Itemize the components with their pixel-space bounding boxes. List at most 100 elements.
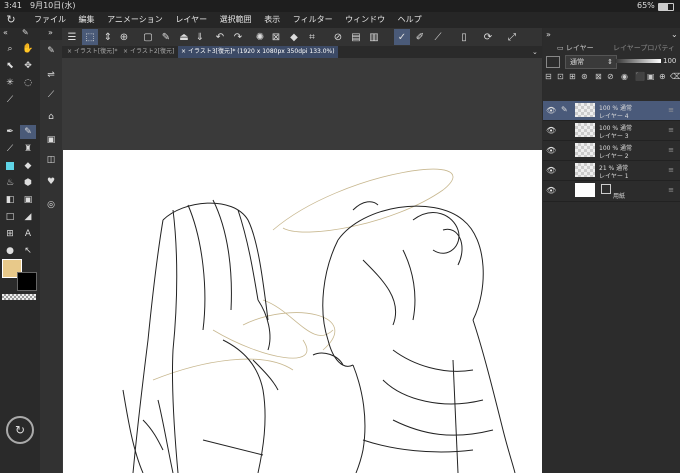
fullscreen-icon[interactable]: ⤢: [504, 29, 520, 45]
tab-document-2[interactable]: × イラスト2[復元]: [120, 46, 177, 58]
crop-icon[interactable]: ⌗: [304, 29, 320, 45]
draft-icon[interactable]: ⊠: [595, 72, 602, 81]
layer-row-4[interactable]: 👁 ✎ 100 % 通常 レイヤー 4 ≡: [543, 101, 680, 121]
lock-icon[interactable]: ⊡: [557, 72, 564, 81]
text-icon[interactable]: A: [20, 227, 36, 241]
pen-icon[interactable]: ✒: [2, 125, 18, 139]
ruler-icon[interactable]: ◢: [20, 210, 36, 224]
device-icon[interactable]: ▯: [456, 29, 472, 45]
layer-row-paper[interactable]: 👁 用紙 ≡: [543, 181, 680, 202]
reference-icon[interactable]: ⊕: [116, 29, 132, 45]
lasso-icon[interactable]: ◌: [20, 76, 36, 90]
eraser-icon[interactable]: ◆: [20, 159, 36, 173]
sub-color-swatch[interactable]: [17, 272, 37, 291]
reference-layer-icon[interactable]: ⊛: [581, 72, 588, 81]
gradient-icon[interactable]: ◧: [2, 193, 18, 207]
tab-document-3[interactable]: × イラスト3[復元]* (1920 x 1080px 350dpi 133.0…: [178, 46, 338, 58]
menu-view[interactable]: 表示: [264, 12, 280, 28]
folder-icon[interactable]: ▣: [647, 72, 655, 81]
layer-row-1[interactable]: 👁 21 % 通常 レイヤー 1 ≡: [543, 161, 680, 181]
frame-icon[interactable]: ⊞: [2, 227, 18, 241]
redo-icon[interactable]: ↷: [230, 29, 246, 45]
tab-document-1[interactable]: × イラスト[復元]*: [64, 46, 121, 58]
airbrush-icon[interactable]: ♜: [20, 142, 36, 156]
sub-tool-color-icon[interactable]: ♥: [43, 175, 59, 189]
visibility-eye-icon[interactable]: 👁: [546, 146, 556, 155]
operation-icon[interactable]: ↖: [20, 244, 36, 258]
visibility-eye-icon[interactable]: 👁: [546, 106, 556, 115]
layer-row-2[interactable]: 👁 100 % 通常 レイヤー 2 ≡: [543, 141, 680, 161]
export-icon[interactable]: ⏏: [176, 29, 192, 45]
gear-icon[interactable]: ✺: [252, 29, 268, 45]
zoom-icon[interactable]: ⌕: [2, 42, 18, 56]
drawing-canvas[interactable]: [63, 150, 542, 473]
open-icon[interactable]: ✎: [158, 29, 174, 45]
clear-icon[interactable]: ⊠: [268, 29, 284, 45]
brush-size-icon[interactable]: ✎: [22, 28, 29, 37]
blend-mode-select[interactable]: 通常 ⇕: [565, 55, 617, 69]
undo-icon[interactable]: ↶: [212, 29, 228, 45]
expand-icon[interactable]: »: [48, 28, 53, 37]
drag-handle-icon[interactable]: ≡: [668, 126, 674, 134]
paint-bucket-icon[interactable]: ▣: [20, 193, 36, 207]
selection-tool-icon[interactable]: ⬚: [82, 29, 98, 45]
app-logo-icon[interactable]: ↻: [4, 12, 18, 28]
brush-line-icon[interactable]: ✐: [412, 29, 428, 45]
edit-line-icon[interactable]: ⟋: [430, 29, 446, 45]
menu-filter[interactable]: フィルター: [293, 12, 333, 28]
panel-collapse-icon[interactable]: »: [546, 30, 551, 39]
drag-handle-icon[interactable]: ≡: [668, 166, 674, 174]
figure-icon[interactable]: □: [2, 210, 18, 224]
panel-close-icon[interactable]: ⌄: [671, 30, 678, 39]
visibility-eye-icon[interactable]: 👁: [546, 166, 556, 175]
fill-icon[interactable]: ⬢: [20, 176, 36, 190]
sub-tool-pattern-icon[interactable]: ◫: [43, 153, 59, 167]
sub-tool-brush-shape-icon[interactable]: ⟋: [43, 88, 59, 102]
menu-edit[interactable]: 編集: [79, 12, 95, 28]
save-icon[interactable]: ⇓: [192, 29, 208, 45]
add-mask-icon[interactable]: ⬛: [635, 72, 645, 81]
fill-layer-icon[interactable]: ◆: [286, 29, 302, 45]
menu-help[interactable]: ヘルプ: [398, 12, 422, 28]
drag-handle-icon[interactable]: ≡: [668, 146, 674, 154]
eyedropper-icon[interactable]: ⟋: [2, 93, 18, 107]
magic-wand-icon[interactable]: ✳: [2, 76, 18, 90]
menu-selection[interactable]: 選択範囲: [220, 12, 252, 28]
menu-layer[interactable]: レイヤー: [175, 12, 207, 28]
clip-icon[interactable]: ⊞: [569, 72, 576, 81]
new-file-icon[interactable]: ▢: [140, 29, 156, 45]
sub-tool-drop-icon[interactable]: ⌂: [43, 110, 59, 124]
sub-tool-pencil-icon[interactable]: ✎: [43, 44, 59, 58]
collapse-icon[interactable]: «: [3, 28, 8, 37]
menu-window[interactable]: ウィンドウ: [345, 12, 385, 28]
delete-layer-icon[interactable]: ⌫: [670, 72, 680, 81]
tabs-overflow-icon[interactable]: ⌄: [532, 46, 538, 58]
layer-row-3[interactable]: 👁 100 % 通常 レイヤー 3 ≡: [543, 121, 680, 141]
drag-handle-icon[interactable]: ≡: [668, 106, 674, 114]
hamburger-menu-icon[interactable]: ☰: [64, 29, 80, 45]
layer-switch-icon[interactable]: ⇕: [100, 29, 116, 45]
blend-icon[interactable]: ♨: [2, 176, 18, 190]
layer-settings-icon[interactable]: ⊟: [545, 72, 552, 81]
rotate-icon[interactable]: ⟳: [480, 29, 496, 45]
undo-gesture-icon[interactable]: ↻: [6, 416, 34, 444]
sub-tool-settings-icon[interactable]: ⇌: [43, 68, 59, 82]
visibility-eye-icon[interactable]: 👁: [546, 126, 556, 135]
color-icon[interactable]: ⊘: [607, 72, 614, 81]
layer-type-icon[interactable]: [546, 56, 560, 68]
tab-layer-properties[interactable]: レイヤープロパティ: [613, 42, 675, 54]
pencil-icon[interactable]: ✎: [20, 125, 36, 139]
move-icon[interactable]: ⬉: [2, 59, 18, 73]
sub-tool-layer-icon[interactable]: ▣: [43, 133, 59, 147]
balloon-icon[interactable]: ●: [2, 244, 18, 258]
drag-handle-icon[interactable]: ≡: [668, 186, 674, 194]
hand-icon[interactable]: ✋: [20, 42, 36, 56]
sub-tool-history-icon[interactable]: ◎: [43, 198, 59, 212]
visibility-eye-icon[interactable]: 👁: [546, 186, 556, 195]
mask-icon[interactable]: ◉: [621, 72, 628, 81]
new-layer-icon[interactable]: ⊕: [659, 72, 666, 81]
transparent-color-swatch[interactable]: [2, 294, 36, 300]
decoration-icon[interactable]: [2, 159, 18, 173]
menu-file[interactable]: ファイル: [34, 12, 66, 28]
brush-icon[interactable]: ⟋: [2, 142, 18, 156]
